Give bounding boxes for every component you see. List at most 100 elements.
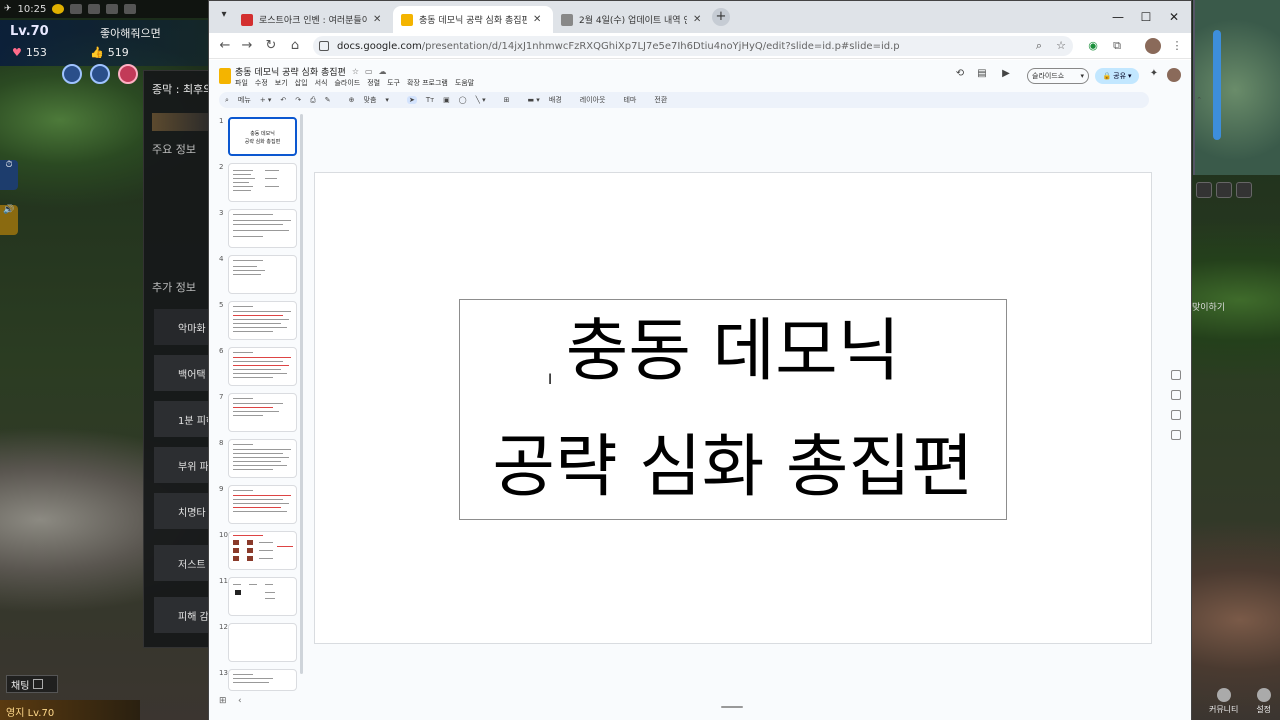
collapse-toolbar-icon[interactable]: ⌃ — [1196, 96, 1202, 104]
slideshow-button[interactable]: 슬라이드쇼 ▾ — [1027, 68, 1089, 84]
site-info-icon[interactable] — [319, 41, 329, 51]
chevron-down-icon[interactable]: ▾ — [1128, 72, 1132, 80]
panel-button-3[interactable]: 부위 파괴 — [154, 447, 214, 483]
slide-thumbnail-9[interactable] — [228, 485, 297, 524]
tab-search-icon[interactable]: ▾ — [215, 9, 233, 27]
menu-extensions[interactable]: 확장 프로그램 — [407, 78, 448, 88]
doc-title[interactable]: 충동 데모닉 공략 심화 총집편 — [235, 65, 346, 78]
menu-format[interactable]: 서식 — [315, 78, 328, 88]
menu-file[interactable]: 파일 — [235, 78, 248, 88]
cloud-status-icon[interactable]: ☁ — [379, 67, 387, 76]
slide-thumbnail-7[interactable] — [228, 393, 297, 432]
shape-icon[interactable]: ◯ — [459, 96, 467, 104]
tasks-icon[interactable] — [1171, 410, 1181, 420]
keep-icon[interactable] — [1171, 390, 1181, 400]
grid-view-icon[interactable]: ⊞ ‹ — [219, 696, 242, 706]
diamond-icon[interactable] — [1236, 182, 1252, 198]
browser-menu-icon[interactable]: ⋮ — [1169, 38, 1185, 54]
community-button[interactable]: 커뮤니티 — [1209, 688, 1238, 718]
slide-thumbnail-12[interactable] — [228, 623, 297, 662]
territory-badge[interactable]: 영지 Lv.70 — [0, 700, 140, 720]
slide-thumbnail-4[interactable] — [228, 255, 297, 294]
layout-button[interactable]: 레이아웃 — [580, 95, 606, 105]
close-tab-icon[interactable]: ✕ — [373, 14, 381, 25]
minimap[interactable] — [1193, 0, 1280, 175]
chat-button[interactable]: 채팅 — [6, 675, 58, 693]
comment-add-icon[interactable]: ⊞ — [504, 96, 510, 104]
chevron-down-icon[interactable]: ▾ — [385, 96, 389, 104]
account-avatar[interactable] — [1167, 68, 1181, 82]
contacts-icon[interactable] — [1171, 430, 1181, 440]
panel-button-6[interactable]: 피해 감소 — [154, 597, 214, 633]
tab-update[interactable]: 2월 4일(수) 업데이트 내역 안내 ✕ — [553, 6, 713, 33]
minimize-icon[interactable]: — — [1105, 7, 1131, 27]
speaker-side-icon[interactable]: 🔊 — [0, 205, 18, 235]
slide-thumbnail-11[interactable] — [228, 577, 297, 616]
card-icon[interactable] — [70, 4, 83, 14]
menu-search[interactable]: 메뉴 — [238, 95, 251, 105]
undo-icon[interactable]: ↶ — [280, 96, 286, 104]
title-textbox[interactable]: 충동 데모닉 공략 심화 총집편 — [459, 299, 1007, 520]
back-icon[interactable]: ← — [215, 36, 235, 56]
crown-icon[interactable] — [124, 4, 137, 14]
pc-icon[interactable] — [106, 4, 119, 14]
filmstrip-scrollbar[interactable] — [300, 114, 303, 674]
panel-button-4[interactable]: 치명타 — [154, 493, 214, 529]
extension-shield-icon[interactable]: ◉ — [1085, 38, 1101, 54]
menu-slide[interactable]: 슬라이드 — [334, 78, 360, 88]
text-box-icon[interactable]: Tт — [426, 96, 434, 104]
fill-color-icon[interactable]: ▬ ▾ — [527, 96, 539, 104]
mail-icon[interactable] — [88, 4, 101, 14]
buff-icon-1[interactable] — [62, 64, 82, 84]
slide-thumbnail-13[interactable] — [228, 669, 297, 691]
menu-search-icon[interactable]: ⌕ — [225, 96, 229, 105]
slide-thumbnail-10[interactable] — [228, 531, 297, 570]
address-bar[interactable]: docs.google.com/presentation/d/14jxJ1nhm… — [313, 36, 1073, 56]
slide-thumbnail-3[interactable] — [228, 209, 297, 248]
chevron-down-icon[interactable]: ▾ — [1080, 72, 1084, 80]
panel-button-1[interactable]: 백어택 — [154, 355, 214, 391]
zoom-icon[interactable]: ⊕ — [349, 96, 355, 104]
panel-button-5[interactable]: 저스트 — [154, 545, 214, 581]
extensions-icon[interactable]: ⧉ — [1109, 38, 1125, 54]
slides-logo[interactable] — [219, 68, 231, 84]
buff-icon-3[interactable] — [118, 64, 138, 84]
menu-insert[interactable]: 삽입 — [295, 78, 308, 88]
slide-thumbnail-8[interactable] — [228, 439, 297, 478]
menu-help[interactable]: 도움말 — [455, 78, 474, 88]
select-cursor-icon[interactable]: ➤ — [406, 96, 417, 104]
line-icon[interactable]: ╲ ▾ — [476, 96, 486, 104]
zoom-select[interactable]: 맞춤 — [364, 95, 377, 105]
star-icon[interactable]: ☆ — [352, 67, 359, 76]
print-icon[interactable]: ⎙ — [310, 96, 316, 105]
menu-tools[interactable]: 도구 — [387, 78, 400, 88]
slide-thumbnail-6[interactable] — [228, 347, 297, 386]
slide-thumbnail-2[interactable] — [228, 163, 297, 202]
gemini-spark-icon[interactable]: ✦ — [1147, 68, 1161, 84]
star-icon[interactable] — [1216, 182, 1232, 198]
transition-button[interactable]: 전환 — [654, 95, 667, 105]
close-tab-icon[interactable]: ✕ — [533, 14, 541, 25]
paint-format-icon[interactable]: ✎ — [325, 96, 331, 104]
close-window-icon[interactable]: ✕ — [1161, 7, 1187, 27]
slide-thumbnail-5[interactable] — [228, 301, 297, 340]
zoom-search-icon[interactable]: ⌕ — [1031, 38, 1047, 54]
theme-button[interactable]: 테마 — [623, 95, 636, 105]
panel-button-2[interactable]: 1분 피해 — [154, 401, 214, 437]
chat-toggle-icon[interactable] — [33, 679, 44, 689]
share-button[interactable]: 🔒 공유 ▾ — [1095, 68, 1139, 84]
bookmark-star-icon[interactable]: ☆ — [1053, 38, 1069, 54]
meet-icon[interactable]: ▶ — [999, 68, 1013, 84]
timer-side-icon[interactable]: ⏱ — [0, 160, 18, 190]
profile-avatar[interactable] — [1145, 38, 1161, 54]
slide-thumbnail-1[interactable]: 충동 데모닉 공략 심화 총집편 — [228, 117, 297, 156]
menu-arrange[interactable]: 정렬 — [367, 78, 380, 88]
new-tab-button[interactable]: + — [712, 8, 730, 26]
calendar-icon[interactable] — [1171, 370, 1181, 380]
speaker-notes-handle[interactable] — [721, 706, 743, 708]
tab-slides[interactable]: 충동 데모닉 공략 심화 총집편 ✕ — [393, 6, 553, 33]
redo-icon[interactable]: ↷ — [295, 96, 301, 104]
new-slide-icon[interactable]: + ▾ — [260, 96, 272, 104]
menu-view[interactable]: 보기 — [275, 78, 288, 88]
background-button[interactable]: 배경 — [549, 95, 562, 105]
